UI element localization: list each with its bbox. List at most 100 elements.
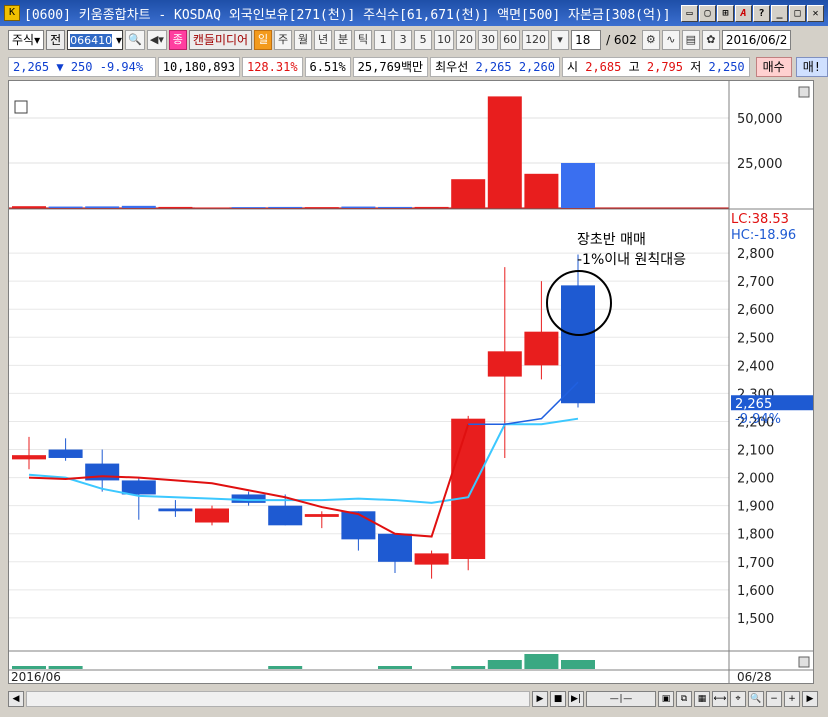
speaker-icon[interactable]: ◀▾: [146, 30, 167, 50]
zoom-slider[interactable]: —∣—: [586, 691, 656, 707]
app-icon: K: [4, 5, 20, 21]
candle-body: [561, 285, 595, 404]
minute-option[interactable]: 20: [456, 30, 477, 50]
window-title: [0600] 키움종합차트 - KOSDAQ 외국인보유[271(천)] 주식수…: [24, 7, 671, 23]
price-tick-label: 2,500: [737, 331, 774, 346]
count-input[interactable]: 18: [571, 30, 602, 50]
minimize-icon[interactable]: _: [771, 4, 788, 22]
price-volume-chart: 25,000 50,000 1,500 1,600 1,700 1,800 1,900 2,0…: [9, 81, 813, 683]
stop-icon[interactable]: ■: [550, 691, 566, 707]
gear-icon[interactable]: ✿: [701, 30, 720, 50]
high-price: 2,795: [646, 60, 683, 74]
minute-option[interactable]: 3: [394, 30, 413, 50]
indicator-bar: [487, 660, 522, 669]
candle-body: [304, 514, 339, 517]
panel-close-icon: [798, 656, 810, 668]
grid-icon[interactable]: ▦: [694, 691, 710, 707]
price-tick-label: 1,500: [737, 612, 774, 627]
period-monthly[interactable]: 월: [294, 30, 313, 50]
title-bar: K [0600] 키움종합차트 - KOSDAQ 외국인보유[271(천)] 주…: [0, 0, 828, 26]
search-icon[interactable]: 🔍: [125, 30, 145, 50]
dropdown-arrow-icon[interactable]: ▾: [551, 30, 570, 50]
panel-close-icon: [798, 86, 810, 98]
total-count: / 602: [606, 33, 637, 47]
period-weekly[interactable]: 주: [274, 30, 293, 50]
font-icon[interactable]: A: [735, 4, 752, 22]
price-tick-label: 1,900: [737, 500, 774, 515]
theme-button[interactable]: 종: [168, 30, 187, 50]
change-percent: -9.94%: [99, 60, 144, 74]
date-end-label: 06/28: [737, 670, 772, 683]
candle-body: [121, 480, 156, 495]
scroll-left-icon[interactable]: ◀: [8, 691, 24, 707]
zoom-in-icon[interactable]: 🔍: [748, 691, 764, 707]
current-price: 2,265: [13, 60, 50, 74]
minute-option[interactable]: 120: [522, 30, 550, 50]
volume-bar: [524, 173, 559, 208]
quote-bar: 2,265 ▼ 250 -9.94% 10,180,893 128.31% 6.…: [8, 56, 828, 78]
volume-bar: [268, 206, 303, 208]
settings-icon[interactable]: ⚙: [641, 30, 660, 50]
help-icon[interactable]: ?: [753, 4, 770, 22]
date-input[interactable]: 2016/06/2: [721, 30, 792, 50]
high-label: 고: [628, 60, 640, 74]
stock-type-select[interactable]: 주식 ▾: [8, 30, 45, 50]
period-tick[interactable]: 틱: [354, 30, 373, 50]
save-icon[interactable]: ▤: [681, 30, 700, 50]
candle-media-button[interactable]: 캔들미디어: [188, 30, 253, 50]
plus-icon[interactable]: +: [784, 691, 800, 707]
minute-option[interactable]: 1: [374, 30, 393, 50]
best-quote-cell: 최우선 2,265 2,260: [430, 57, 560, 77]
period-daily[interactable]: 일: [254, 30, 273, 50]
play-icon[interactable]: ▶: [532, 691, 548, 707]
measure-icon[interactable]: ⟷: [712, 691, 728, 707]
price-tick-label: 1,600: [737, 584, 774, 599]
volume-tick-label: 50,000: [737, 112, 783, 127]
minimize-window-icon[interactable]: ▭: [681, 4, 698, 22]
price-change-cell: 2,265 ▼ 250 -9.94%: [8, 57, 156, 77]
price-tick-label: 1,700: [737, 556, 774, 571]
close-icon[interactable]: ✕: [807, 4, 824, 22]
candle-body: [158, 508, 193, 512]
period-yearly[interactable]: 년: [314, 30, 333, 50]
price-tick-label: 2,700: [737, 275, 774, 290]
minute-option[interactable]: 10: [434, 30, 455, 50]
volume-bar: [12, 206, 46, 208]
copy-icon[interactable]: ⧉: [676, 691, 692, 707]
open-price: 2,685: [585, 60, 622, 74]
candle-body: [12, 455, 46, 460]
price-tick-label: 2,100: [737, 444, 774, 459]
candle-body: [524, 331, 559, 366]
chart-icon[interactable]: ∿: [661, 30, 680, 50]
minus-icon[interactable]: −: [766, 691, 782, 707]
pin-icon[interactable]: ⊞: [717, 4, 734, 22]
minute-option[interactable]: 30: [478, 30, 499, 50]
minute-option[interactable]: 60: [500, 30, 521, 50]
stock-code-input[interactable]: 066410 ▾: [67, 30, 124, 50]
volume-tick-label: 25,000: [737, 157, 783, 172]
restore-window-icon[interactable]: ▢: [699, 4, 716, 22]
volume-bar: [378, 206, 412, 208]
minute-option[interactable]: 5: [414, 30, 433, 50]
horizontal-scrollbar[interactable]: [26, 691, 530, 707]
volume-bar: [231, 207, 266, 208]
lc-label: LC:38.53: [731, 212, 789, 227]
price-tick-label: 2,800: [737, 247, 774, 262]
layout-icon[interactable]: ▣: [658, 691, 674, 707]
all-toggle[interactable]: 전: [46, 30, 66, 50]
volume-bar: [85, 206, 120, 208]
open-label: 시: [566, 60, 578, 74]
price-tick-label: 2,400: [737, 359, 774, 374]
next-icon[interactable]: ▶|: [568, 691, 584, 707]
window-controls: ▭ ▢ ⊞ A ? _ □ ✕: [681, 4, 824, 22]
indicator-bar: [12, 666, 46, 669]
scroll-right-icon[interactable]: ▶: [802, 691, 818, 707]
tool-icon[interactable]: ⌖: [730, 691, 746, 707]
buy-button[interactable]: 매수: [755, 57, 792, 77]
chart-area: 25,000 50,000 1,500 1,600 1,700 1,800 1,900 2,0…: [8, 80, 814, 684]
maximize-icon[interactable]: □: [789, 4, 806, 22]
period-minute[interactable]: 분: [334, 30, 353, 50]
hc-label: HC:-18.96: [731, 228, 796, 243]
annotation-line1: 장초반 매매: [577, 232, 646, 248]
sell-button[interactable]: 매!: [795, 57, 828, 77]
